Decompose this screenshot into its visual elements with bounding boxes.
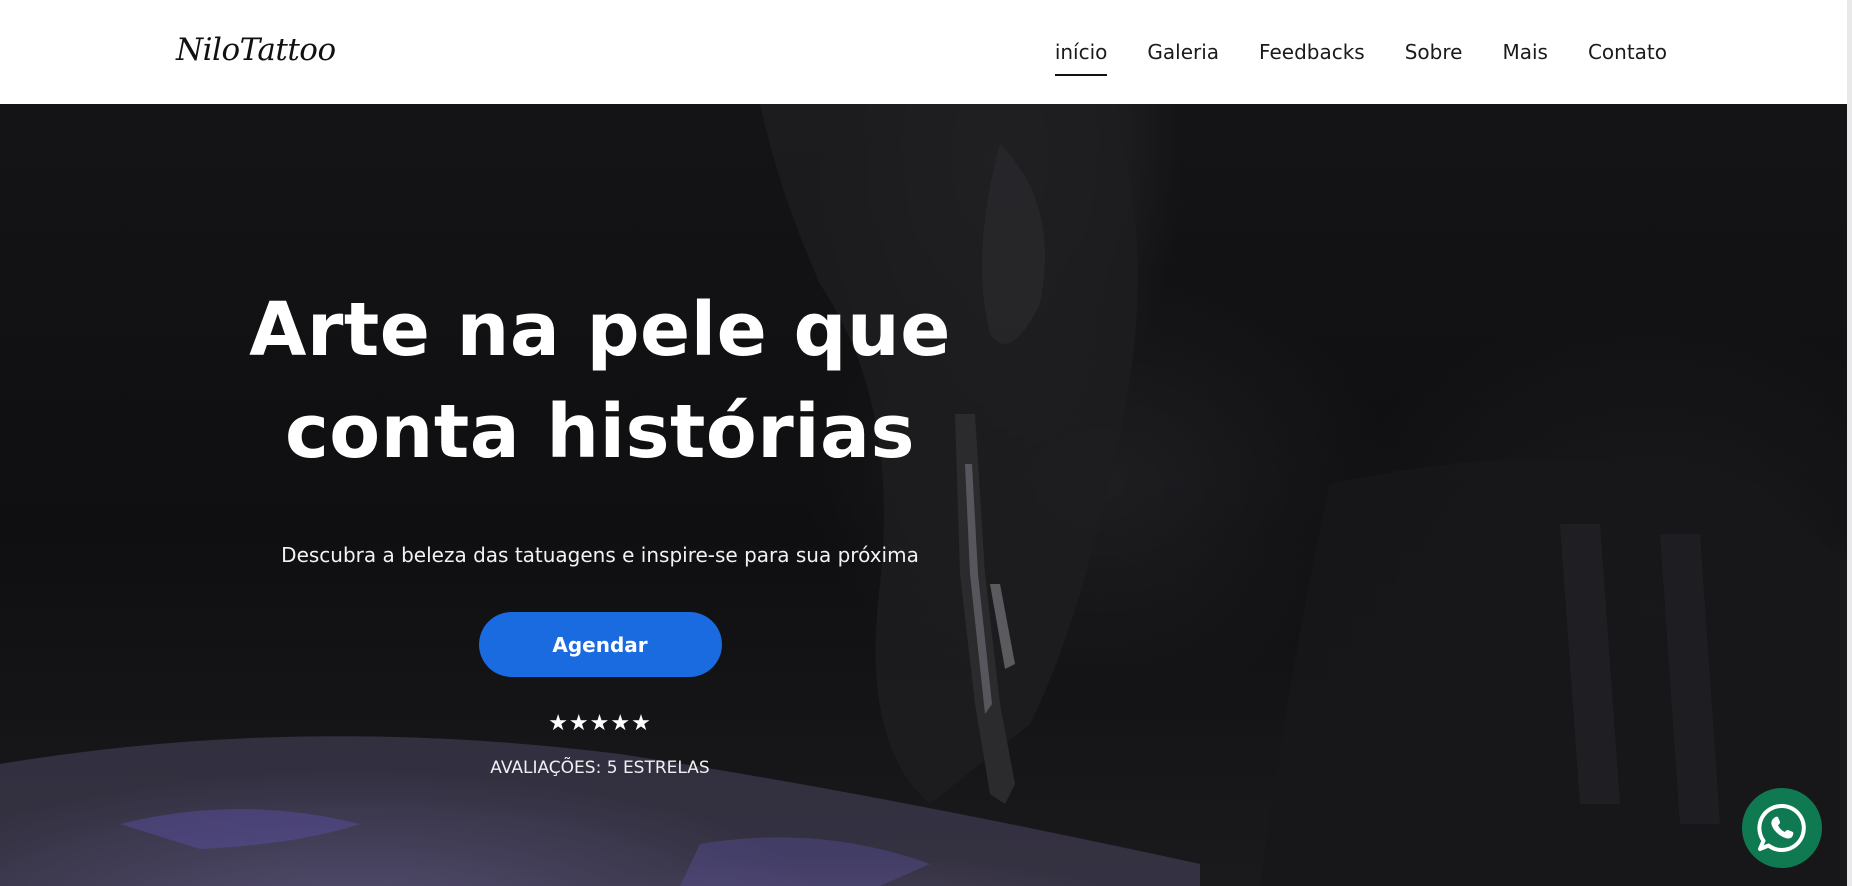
nav-item-sobre[interactable]: Sobre [1405, 34, 1463, 70]
nav-item-feedbacks[interactable]: Feedbacks [1259, 34, 1365, 70]
agendar-button[interactable]: Agendar [478, 612, 722, 677]
logo[interactable]: NiloTattoo [176, 32, 336, 68]
hero-content: Arte na pele que conta histórias Descubr… [240, 279, 960, 778]
hero-title: Arte na pele que conta histórias [240, 279, 960, 483]
hero-title-line-1: Arte na pele que [249, 287, 951, 373]
hero-subtitle: Descubra a beleza das tatuagens e inspir… [281, 543, 919, 567]
whatsapp-button[interactable] [1742, 788, 1822, 868]
hero-title-line-2: conta histórias [284, 389, 916, 475]
site-header: NiloTattoo início Galeria Feedbacks Sobr… [0, 0, 1847, 104]
hero-section: Arte na pele que conta histórias Descubr… [0, 104, 1847, 886]
whatsapp-icon [1757, 803, 1806, 852]
rating-stars: ★★★★★ [548, 711, 652, 736]
nav-item-contato[interactable]: Contato [1588, 34, 1667, 70]
nav-item-mais[interactable]: Mais [1502, 34, 1548, 70]
page: NiloTattoo início Galeria Feedbacks Sobr… [0, 0, 1852, 886]
nav-item-galeria[interactable]: Galeria [1147, 34, 1219, 70]
nav-item-inicio[interactable]: início [1054, 34, 1107, 76]
main-nav: início Galeria Feedbacks Sobre Mais Cont… [1054, 0, 1667, 104]
rating-label: AVALIAÇÕES: 5 ESTRELAS [490, 758, 710, 778]
scrollbar-track[interactable] [1847, 0, 1852, 886]
